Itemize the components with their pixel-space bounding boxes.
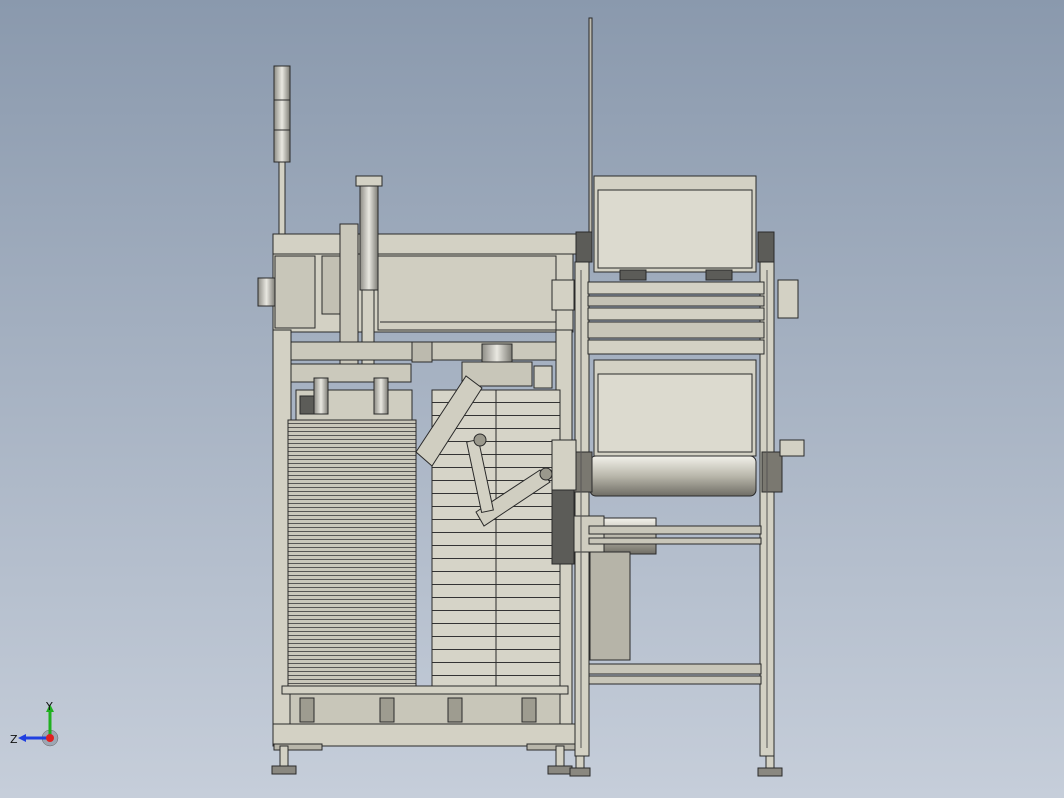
axis-z-label: Z: [10, 733, 18, 746]
right-frame-post-left: [574, 261, 590, 757]
cad-viewport[interactable]: Y Z: [0, 0, 1064, 798]
signal-tower: [273, 65, 291, 163]
upper-beam: [272, 233, 578, 255]
cad-drawing: [0, 0, 1064, 798]
left-sheet-stack: [287, 419, 417, 689]
pneumatic-cylinder: [359, 175, 379, 291]
axis-y-label: Y: [46, 700, 53, 713]
coordinate-triad: [18, 704, 59, 747]
drive-roller: [589, 455, 757, 497]
